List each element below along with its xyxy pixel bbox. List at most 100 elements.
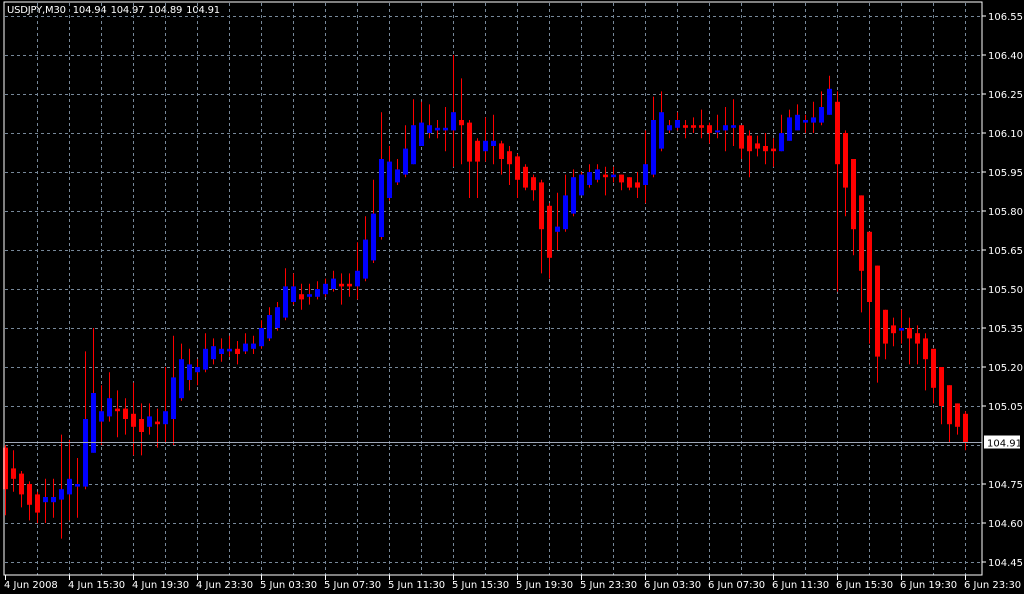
candle	[307, 283, 312, 305]
candle	[851, 159, 856, 256]
candle-body-bear	[939, 367, 944, 406]
candle-body-bull	[307, 294, 312, 297]
candle-body-bull	[651, 120, 656, 175]
candle	[771, 138, 776, 167]
candle-body-bear	[691, 125, 696, 128]
candle-body-bull	[371, 213, 376, 261]
candle-body-bull	[195, 367, 200, 373]
candle	[11, 450, 16, 492]
candle	[475, 138, 480, 198]
candle	[635, 172, 640, 198]
time-tick-label: 4 Jun 15:30	[68, 580, 125, 591]
candle-body-bear	[875, 265, 880, 357]
price-tick-label: 105.50	[988, 285, 1023, 296]
candle	[115, 390, 120, 438]
candle	[963, 411, 968, 451]
candle	[883, 309, 888, 360]
candle	[107, 372, 112, 422]
candle	[739, 125, 744, 159]
candle-body-bull	[571, 177, 576, 214]
candle	[507, 146, 512, 185]
candle	[819, 91, 824, 126]
candle-body-bull	[395, 169, 400, 183]
candlestick-chart[interactable]: 106.55 106.40 106.25 106.10 105.95 105.80 105.…	[0, 0, 1024, 594]
candle	[323, 278, 328, 297]
candle	[659, 91, 664, 152]
candle-body-bull	[315, 289, 320, 297]
candle-body-bull	[379, 159, 384, 237]
candle	[619, 174, 624, 191]
candle-body-bull	[643, 164, 648, 185]
candle	[643, 130, 648, 204]
candle-body-bear	[923, 338, 928, 360]
candle-body-bear	[131, 413, 136, 427]
candle-body-bear	[155, 421, 160, 425]
candle	[603, 166, 608, 196]
candle	[811, 101, 816, 133]
candle	[291, 273, 296, 305]
price-tick-label: 105.05	[988, 402, 1023, 413]
candle	[731, 99, 736, 146]
candle-body-bear	[683, 125, 688, 128]
candle-body-bull	[491, 140, 496, 146]
candle-body-bull	[107, 398, 112, 417]
candle-body-bull	[715, 130, 720, 133]
candle	[19, 471, 24, 508]
candle-body-bear	[499, 143, 504, 159]
candle-body-bear	[507, 151, 512, 165]
candle-body-bear	[459, 120, 464, 126]
candle	[611, 166, 616, 183]
candle	[259, 320, 264, 349]
candle	[555, 192, 560, 250]
candle	[363, 216, 368, 282]
candle-body-bear	[27, 484, 32, 505]
candle	[451, 55, 456, 167]
candle-body-bear	[771, 148, 776, 152]
candle	[787, 109, 792, 141]
candle-body-bear	[523, 166, 528, 188]
candle	[539, 179, 544, 274]
candle-body-bear	[867, 231, 872, 302]
candle	[667, 120, 672, 133]
candle	[35, 491, 40, 523]
candle-body-bull	[451, 112, 456, 131]
candle-body-bull	[587, 172, 592, 185]
price-tick-label: 106.55	[988, 12, 1023, 23]
time-tick-label: 5 Jun 19:30	[516, 580, 573, 591]
candle	[523, 164, 528, 191]
time-tick-label: 4 Jun 2008	[4, 580, 58, 591]
candle-body-bull	[179, 359, 184, 399]
candle-body-bear	[475, 140, 480, 162]
candle-body-bear	[931, 348, 936, 388]
candle	[843, 130, 848, 217]
time-tick-label: 5 Jun 03:30	[260, 580, 317, 591]
candle	[723, 107, 728, 152]
candle	[947, 385, 952, 443]
candle	[875, 265, 880, 383]
candle	[379, 112, 384, 240]
candle-body-bear	[515, 156, 520, 180]
candle-body-bull	[67, 478, 72, 495]
candle-body-bull	[419, 122, 424, 146]
candle	[587, 164, 592, 188]
candle	[187, 348, 192, 391]
candle	[515, 153, 520, 198]
candle-body-bull	[595, 169, 600, 180]
candle	[155, 408, 160, 448]
candle-body-bear	[539, 182, 544, 230]
candle-body-bull	[291, 286, 296, 302]
candle	[203, 333, 208, 373]
candle-body-bull	[579, 174, 584, 196]
candle-body-bull	[171, 377, 176, 419]
candle-body-bear	[843, 133, 848, 188]
candle-body-bear	[755, 143, 760, 149]
candle	[99, 385, 104, 445]
candle-body-bull	[659, 112, 664, 149]
candle	[571, 169, 576, 217]
candle	[251, 335, 256, 354]
time-axis: 4 Jun 2008 4 Jun 15:30 4 Jun 19:30 4 Jun 23…	[4, 575, 1021, 591]
price-tick-label: 105.20	[988, 363, 1023, 374]
candle-body-bear	[339, 283, 344, 287]
candle-body-bear	[115, 408, 120, 412]
candle-body-bull	[323, 283, 328, 295]
